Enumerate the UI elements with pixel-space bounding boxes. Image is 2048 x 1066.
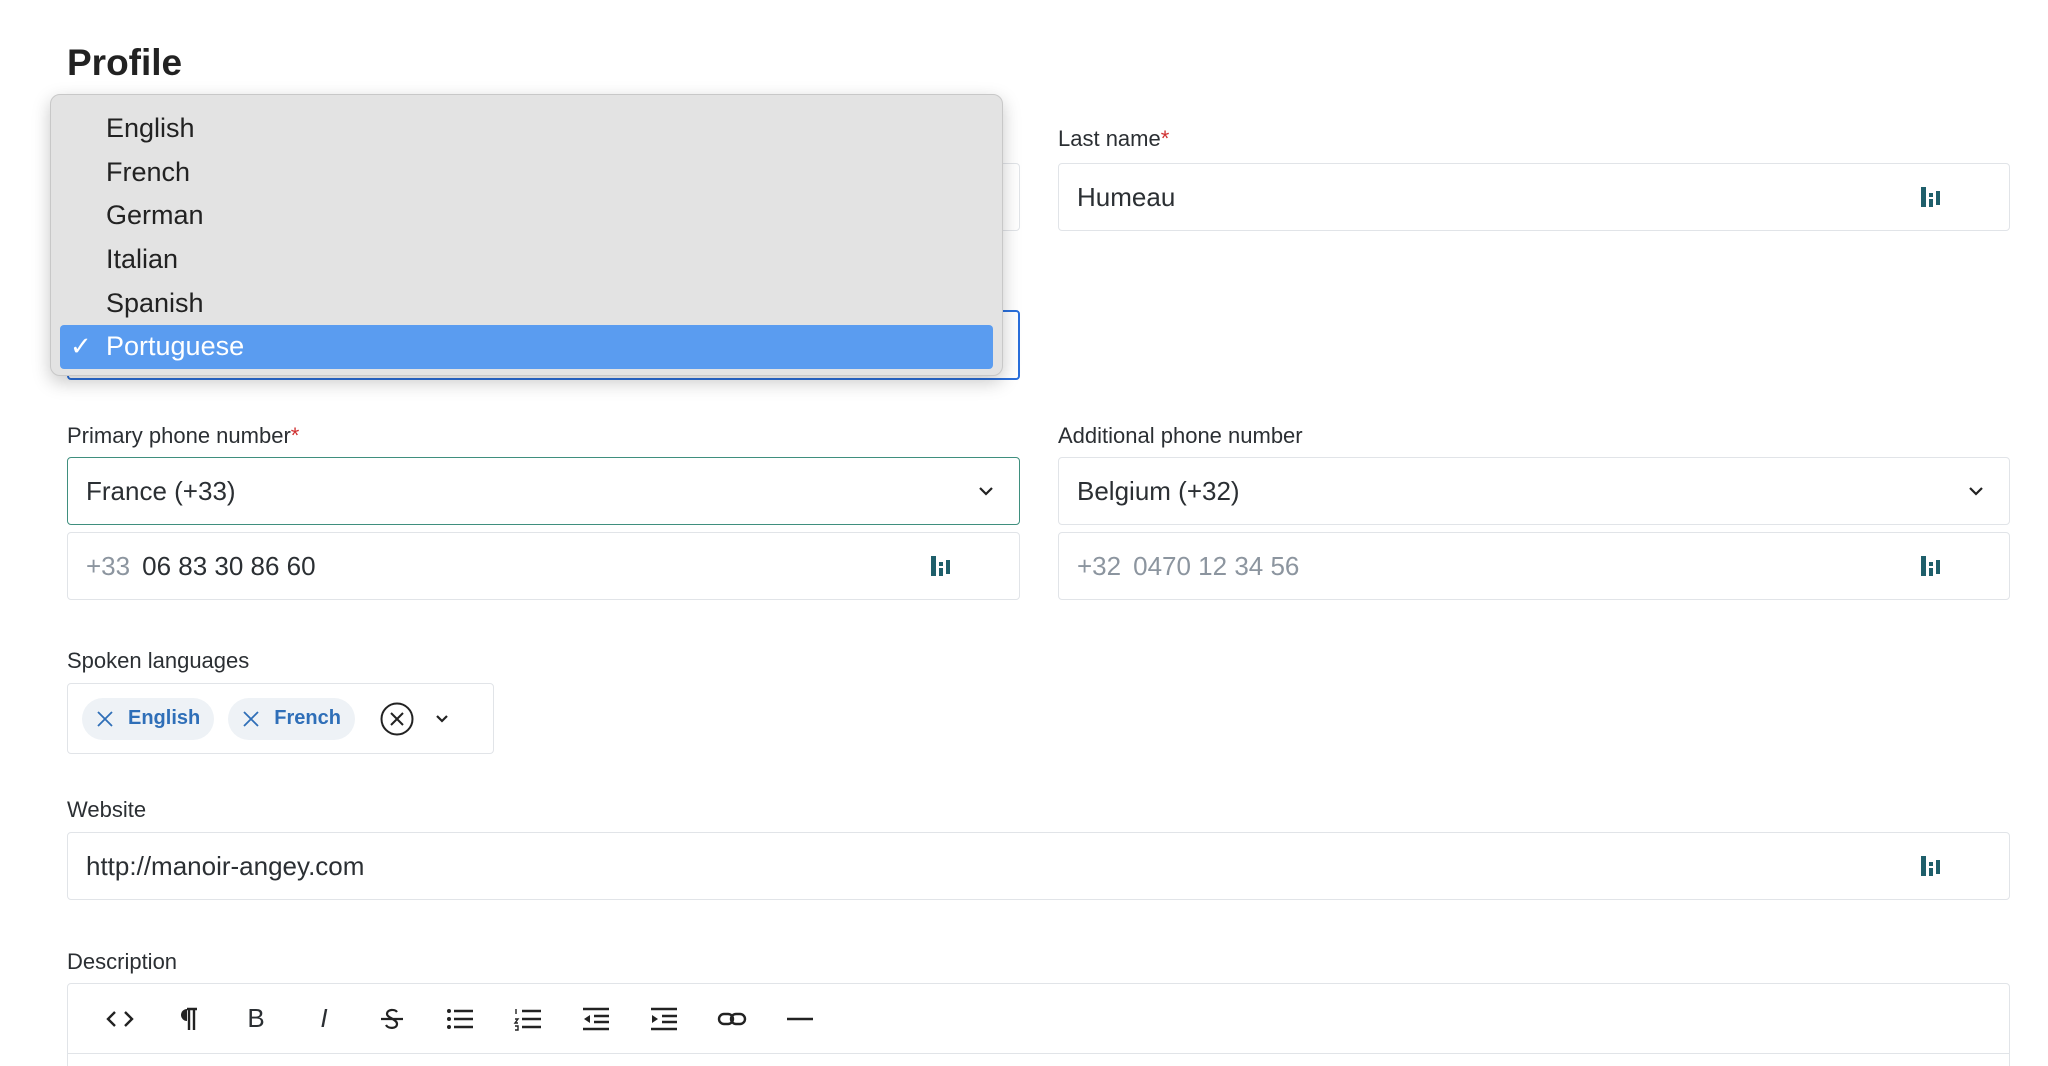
tag-french: French bbox=[228, 697, 355, 740]
primary-phone-number: 06 83 30 86 60 bbox=[142, 550, 316, 581]
additional-phone-country: Belgium (+32) bbox=[1077, 475, 1240, 506]
page-title: Profile bbox=[67, 42, 183, 83]
code-view-button[interactable] bbox=[86, 999, 154, 1039]
website-label: Website bbox=[67, 797, 147, 822]
additional-phone-prefix: +32 bbox=[1077, 550, 1122, 581]
last-name-input[interactable]: Humeau bbox=[1058, 163, 2010, 231]
chevron-down-icon[interactable] bbox=[433, 710, 451, 728]
language-option-french[interactable]: French bbox=[60, 151, 993, 195]
primary-phone-country-select[interactable]: France (+33) bbox=[67, 457, 1020, 525]
spoken-languages-multiselect[interactable]: English French bbox=[67, 683, 494, 754]
horizontal-rule-button[interactable] bbox=[766, 999, 834, 1039]
chevron-down-icon bbox=[979, 487, 993, 496]
tag-english: English bbox=[82, 697, 215, 740]
chevron-down-icon bbox=[1969, 487, 1983, 496]
remove-tag-icon[interactable] bbox=[96, 710, 114, 728]
paragraph-icon bbox=[181, 1007, 197, 1030]
tag-label: English bbox=[128, 707, 201, 729]
link-button[interactable] bbox=[698, 999, 766, 1039]
language-option-spanish[interactable]: Spanish bbox=[60, 281, 993, 325]
ordered-list-button[interactable] bbox=[494, 999, 562, 1039]
lastpass-icon[interactable] bbox=[931, 554, 951, 578]
bullet-list-icon bbox=[447, 1008, 473, 1029]
additional-phone-label: Additional phone number bbox=[1058, 423, 1303, 448]
link-icon bbox=[717, 1012, 747, 1025]
strikethrough-button[interactable] bbox=[358, 999, 426, 1039]
bullet-list-button[interactable] bbox=[426, 999, 494, 1039]
lastpass-icon[interactable] bbox=[1921, 185, 1941, 209]
lastpass-icon[interactable] bbox=[1921, 854, 1941, 878]
language-option-italian[interactable]: Italian bbox=[60, 238, 993, 282]
additional-phone-input[interactable]: +32 0470 12 34 56 bbox=[1058, 532, 2010, 600]
primary-phone-input[interactable]: +33 06 83 30 86 60 bbox=[67, 532, 1020, 600]
last-name-label: Last name* bbox=[1058, 126, 1170, 151]
indent-icon bbox=[651, 1007, 677, 1030]
bold-icon: B bbox=[247, 1003, 265, 1033]
outdent-button[interactable] bbox=[562, 999, 630, 1039]
strikethrough-icon bbox=[381, 1008, 403, 1029]
additional-phone-placeholder: 0470 12 34 56 bbox=[1133, 550, 1300, 581]
lastpass-icon[interactable] bbox=[1921, 554, 1941, 578]
tag-label: French bbox=[274, 707, 341, 729]
ordered-list-icon bbox=[513, 1008, 541, 1031]
code-icon bbox=[106, 1010, 134, 1027]
italic-button[interactable]: I bbox=[290, 999, 358, 1039]
editor-toolbar: B I bbox=[68, 984, 2009, 1054]
spoken-languages-label: Spoken languages bbox=[67, 648, 250, 673]
paragraph-button[interactable] bbox=[154, 999, 222, 1039]
language-option-english[interactable]: English bbox=[60, 107, 993, 151]
primary-phone-label: Primary phone number* bbox=[67, 423, 300, 448]
checkmark-icon: ✓ bbox=[70, 331, 92, 362]
primary-phone-country: France (+33) bbox=[86, 475, 236, 506]
remove-tag-icon[interactable] bbox=[242, 710, 260, 728]
website-value: http://manoir-angey.com bbox=[86, 850, 365, 881]
horizontal-rule-icon bbox=[787, 1017, 813, 1020]
indent-button[interactable] bbox=[630, 999, 698, 1039]
clear-all-icon[interactable] bbox=[379, 701, 415, 737]
language-option-german[interactable]: German bbox=[60, 194, 993, 238]
bold-button[interactable]: B bbox=[222, 999, 290, 1039]
primary-phone-prefix: +33 bbox=[86, 550, 131, 581]
additional-phone-country-select[interactable]: Belgium (+32) bbox=[1058, 457, 2010, 525]
last-name-value: Humeau bbox=[1077, 181, 1176, 212]
outdent-icon bbox=[583, 1007, 609, 1030]
language-option-portuguese[interactable]: ✓ Portuguese bbox=[60, 324, 993, 369]
website-input[interactable]: http://manoir-angey.com bbox=[67, 832, 2010, 900]
language-dropdown-menu: English French German Italian Spanish ✓ … bbox=[50, 94, 1003, 376]
description-label: Description bbox=[67, 949, 178, 974]
description-editor[interactable]: B I bbox=[67, 983, 2010, 1066]
italic-icon: I bbox=[320, 1003, 328, 1033]
